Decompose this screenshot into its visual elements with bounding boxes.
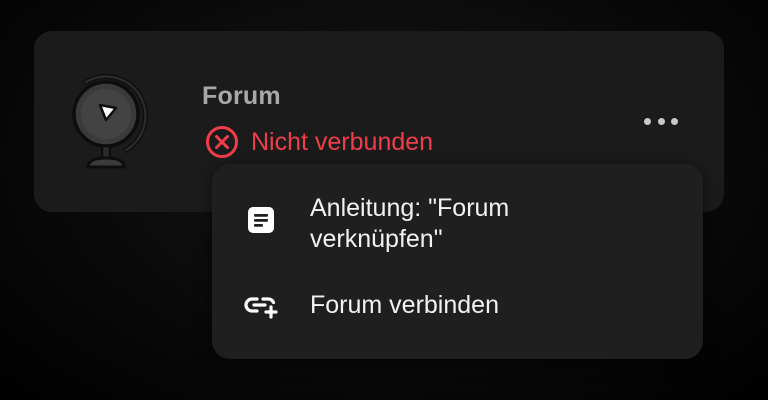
more-horizontal-icon xyxy=(657,117,665,125)
menu-item-guide[interactable]: Anleitung: "Forum verknüpfen" xyxy=(212,190,703,256)
menu-item-label: Anleitung: "Forum verknüpfen" xyxy=(310,194,510,253)
context-menu: Anleitung: "Forum verknüpfen" Forum verb… xyxy=(212,164,703,359)
globe-icon xyxy=(66,72,148,172)
more-horizontal-icon xyxy=(644,117,651,125)
more-horizontal-icon xyxy=(671,117,678,125)
document-icon xyxy=(242,201,280,239)
screen: Forum Nicht verbunden Anleitung: "Forum … xyxy=(0,0,768,400)
link-add-icon xyxy=(242,287,280,325)
more-options-button[interactable] xyxy=(644,110,678,132)
status-label: Nicht verbunden xyxy=(251,127,434,156)
connection-status: Nicht verbunden xyxy=(205,124,433,160)
menu-item-connect[interactable]: Forum verbinden xyxy=(212,284,703,328)
card-title: Forum xyxy=(202,82,281,110)
error-circle-x-icon xyxy=(206,126,238,158)
menu-item-label: Forum verbinden xyxy=(310,291,499,319)
